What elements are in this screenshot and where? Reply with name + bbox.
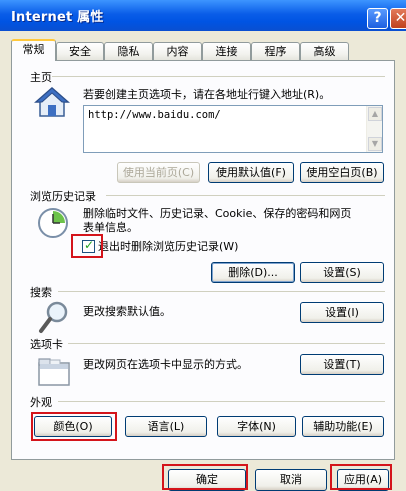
delete-history-button[interactable]: 删除(D)... — [211, 262, 295, 283]
home-description: 若要创建主页选项卡，请在各地址行键入地址(R)。 — [83, 88, 331, 101]
use-blank-button[interactable]: 使用空白页(B) — [300, 162, 384, 183]
title-bar: Internet 属性 ? ✕ — [0, 0, 406, 31]
magnifier-icon — [38, 300, 70, 337]
home-page-url-value: http://www.baidu.com/ — [88, 109, 221, 121]
history-group-label: 浏览历史记录 — [30, 188, 96, 204]
use-current-button[interactable]: 使用当前页(C) — [117, 162, 200, 183]
delete-on-exit-label[interactable]: 退出时删除浏览历史记录(W) — [98, 240, 238, 254]
tab-programs[interactable]: 程序 — [251, 42, 300, 61]
appearance-separator — [58, 401, 385, 402]
url-scrollbar[interactable]: ▲ ▼ — [366, 106, 382, 152]
tabs-settings-button[interactable]: 设置(T) — [300, 354, 384, 375]
languages-button[interactable]: 语言(L) — [125, 416, 207, 437]
home-page-url-input[interactable]: http://www.baidu.com/ ▲ ▼ — [83, 105, 383, 153]
search-settings-button[interactable]: 设置(I) — [300, 302, 384, 323]
search-group-label: 搜索 — [30, 284, 52, 300]
tab-general[interactable]: 常规 — [11, 39, 56, 61]
close-button[interactable]: ✕ — [390, 8, 406, 29]
cancel-button[interactable]: 取消 — [255, 469, 327, 491]
home-separator — [48, 76, 385, 77]
history-separator — [106, 195, 385, 196]
history-settings-button[interactable]: 设置(S) — [300, 262, 384, 283]
search-description: 更改搜索默认值。 — [83, 305, 171, 318]
search-separator — [58, 291, 385, 292]
scroll-down-icon[interactable]: ▼ — [368, 137, 382, 151]
appearance-group-label: 外观 — [30, 394, 52, 410]
tabs-window-icon — [37, 357, 71, 390]
history-clock-icon — [36, 206, 70, 243]
fonts-button[interactable]: 字体(N) — [217, 416, 296, 437]
ok-highlight-box — [162, 464, 248, 490]
colors-highlight-box — [31, 412, 117, 441]
scroll-up-icon[interactable]: ▲ — [368, 107, 382, 121]
home-group-label: 主页 — [30, 69, 52, 85]
window-title: Internet 属性 — [11, 10, 104, 25]
help-button[interactable]: ? — [367, 8, 388, 29]
accessibility-button[interactable]: 辅助功能(E) — [302, 416, 384, 437]
tab-privacy[interactable]: 隐私 — [104, 42, 153, 61]
tab-connections[interactable]: 连接 — [202, 42, 251, 61]
apply-highlight-box — [330, 464, 392, 490]
tab-content[interactable]: 内容 — [153, 42, 202, 61]
home-icon — [34, 86, 70, 121]
tab-security[interactable]: 安全 — [56, 42, 104, 61]
tabs-group-label: 选项卡 — [30, 336, 63, 352]
tab-advanced[interactable]: 高级 — [300, 42, 349, 61]
tabs-separator — [68, 343, 385, 344]
use-default-button[interactable]: 使用默认值(F) — [208, 162, 294, 183]
history-description-line2: 表单信息。 — [83, 221, 138, 234]
history-description-line1: 删除临时文件、历史记录、Cookie、保存的密码和网页 — [83, 207, 352, 220]
tabs-description: 更改网页在选项卡中显示的方式。 — [83, 358, 248, 371]
checkbox-highlight-box — [71, 234, 103, 258]
